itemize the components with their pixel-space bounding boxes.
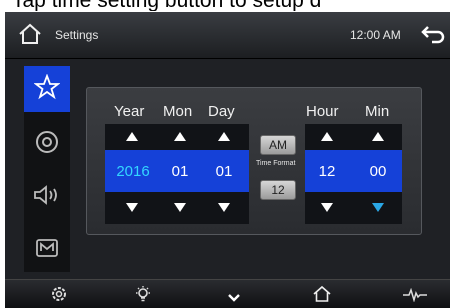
month-header: Mon xyxy=(163,103,193,120)
month-value: 01 xyxy=(171,163,189,180)
sidebar-item-audio[interactable] xyxy=(24,174,70,220)
equalizer-icon[interactable] xyxy=(403,287,427,306)
gear-icon[interactable] xyxy=(50,285,68,307)
time-format-button[interactable]: 12 xyxy=(260,180,296,200)
back-icon[interactable] xyxy=(420,24,446,48)
ampm-button[interactable]: AM xyxy=(260,135,296,155)
year-value: 2016 xyxy=(116,163,150,180)
month-down-arrow[interactable] xyxy=(174,203,186,212)
chevron-down-icon[interactable] xyxy=(227,288,241,307)
year-header: Year xyxy=(114,103,145,120)
page-title: Settings xyxy=(55,28,99,42)
speaker-icon xyxy=(32,184,62,210)
day-header: Day xyxy=(208,103,235,120)
home-icon[interactable] xyxy=(312,285,332,307)
instruction-caption: Tap time setting button to setup d xyxy=(0,0,454,11)
year-down-arrow[interactable] xyxy=(126,203,138,212)
minute-header: Min xyxy=(365,103,390,120)
day-down-arrow[interactable] xyxy=(218,203,230,212)
sidebar-item-media[interactable] xyxy=(24,226,70,272)
time-format-label: Time Format xyxy=(256,160,296,167)
hour-down-arrow[interactable] xyxy=(321,203,333,212)
disc-icon xyxy=(34,129,60,159)
star-icon xyxy=(33,73,61,104)
sidebar-item-disc[interactable] xyxy=(24,121,70,167)
clock: 12:00 AM xyxy=(350,28,401,42)
sidebar-item-general[interactable] xyxy=(24,66,70,112)
day-value: 01 xyxy=(215,163,233,180)
minute-value: 00 xyxy=(369,163,387,180)
minute-up-arrow[interactable] xyxy=(372,132,384,141)
hour-up-arrow[interactable] xyxy=(321,132,333,141)
brightness-icon[interactable] xyxy=(134,285,152,307)
month-up-arrow[interactable] xyxy=(174,132,186,141)
hour-header: Hour xyxy=(306,103,339,120)
day-up-arrow[interactable] xyxy=(218,132,230,141)
hour-value: 12 xyxy=(318,163,336,180)
home-icon[interactable] xyxy=(17,23,43,49)
top-bar: Settings 12:00 AM xyxy=(5,12,450,59)
year-up-arrow[interactable] xyxy=(126,132,138,141)
minute-down-arrow[interactable] xyxy=(372,203,384,212)
media-icon xyxy=(34,235,60,263)
bottom-bar xyxy=(5,279,450,308)
sidebar xyxy=(24,66,70,272)
